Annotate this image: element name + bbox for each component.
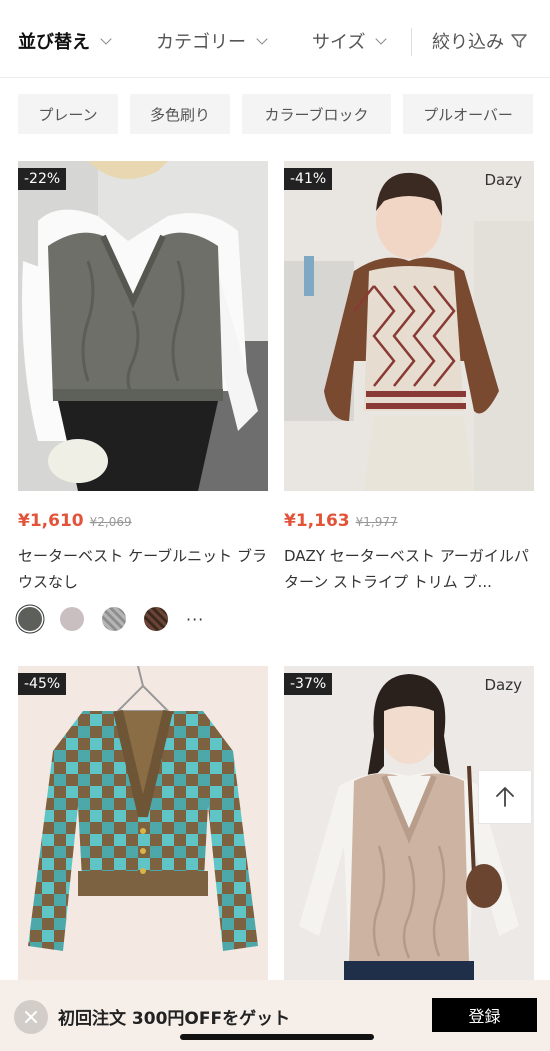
- close-banner-button[interactable]: [14, 1000, 48, 1034]
- chip-multicolor[interactable]: 多色刷り: [130, 94, 230, 134]
- price-row: ¥1,610 ¥2,069: [18, 511, 132, 531]
- sale-price: ¥1,163: [284, 511, 350, 531]
- original-price: ¥2,069: [89, 515, 132, 529]
- color-swatch[interactable]: [144, 607, 168, 631]
- sort-label: 並び替え: [18, 32, 90, 53]
- color-swatches: ···: [18, 607, 204, 631]
- discount-badge: -22%: [18, 168, 67, 190]
- more-colors-icon[interactable]: ···: [186, 610, 204, 629]
- original-price: ¥1,977: [355, 515, 398, 529]
- arrow-up-icon: [496, 787, 514, 807]
- discount-badge: -37%: [284, 673, 333, 695]
- color-swatch[interactable]: [102, 607, 126, 631]
- product-image[interactable]: -41% Dazy: [284, 161, 534, 491]
- size-label: サイズ: [312, 32, 366, 53]
- brand-label: Dazy: [484, 676, 523, 694]
- chevron-down-icon: [256, 32, 268, 45]
- product-image[interactable]: -22%: [18, 161, 268, 491]
- product-title[interactable]: DAZY セーターベスト アーガイルパターン ストライプ トリム ブ...: [284, 543, 534, 595]
- product-title[interactable]: セーターベスト ケーブルニット ブラウスなし: [18, 543, 268, 595]
- chip-plain[interactable]: プレーン: [18, 94, 118, 134]
- divider: [411, 28, 412, 56]
- home-indicator: [180, 1034, 374, 1040]
- filter-chips: プレーン 多色刷り カラーブロック プルオーバー: [18, 94, 533, 134]
- back-to-top-button[interactable]: [478, 770, 532, 824]
- chevron-down-icon: [375, 32, 388, 45]
- category-dropdown[interactable]: カテゴリー: [156, 28, 268, 54]
- sort-dropdown[interactable]: 並び替え: [18, 28, 112, 54]
- filter-label: 絞り込み: [432, 32, 504, 53]
- size-dropdown[interactable]: サイズ: [312, 28, 388, 54]
- product-photo: [284, 161, 534, 491]
- chip-color-block[interactable]: カラーブロック: [242, 94, 391, 134]
- sort-filter-bar: 並び替え カテゴリー サイズ 絞り込み: [0, 0, 550, 78]
- funnel-icon: [511, 34, 527, 48]
- promo-text: 初回注文 300円OFFをゲット: [58, 1009, 291, 1029]
- close-icon: [25, 1011, 37, 1023]
- product-list-page: 並び替え カテゴリー サイズ 絞り込み プレーン 多色刷り カラーブロック プル…: [0, 0, 550, 1051]
- sale-price: ¥1,610: [18, 511, 84, 531]
- category-label: カテゴリー: [156, 32, 246, 53]
- filter-button[interactable]: 絞り込み: [432, 28, 528, 54]
- product-photo: [18, 161, 268, 491]
- product-image[interactable]: -45%: [18, 666, 268, 996]
- brand-label: Dazy: [484, 171, 523, 189]
- color-swatch[interactable]: [18, 607, 42, 631]
- product-photo: [284, 666, 534, 996]
- product-image[interactable]: -37% Dazy: [284, 666, 534, 996]
- product-photo: [18, 666, 268, 996]
- price-row: ¥1,163 ¥1,977: [284, 511, 398, 531]
- color-swatch[interactable]: [60, 607, 84, 631]
- discount-badge: -41%: [284, 168, 333, 190]
- register-button[interactable]: 登録: [432, 998, 537, 1032]
- chip-pullover[interactable]: プルオーバー: [403, 94, 533, 134]
- chevron-down-icon: [100, 32, 112, 45]
- discount-badge: -45%: [18, 673, 67, 695]
